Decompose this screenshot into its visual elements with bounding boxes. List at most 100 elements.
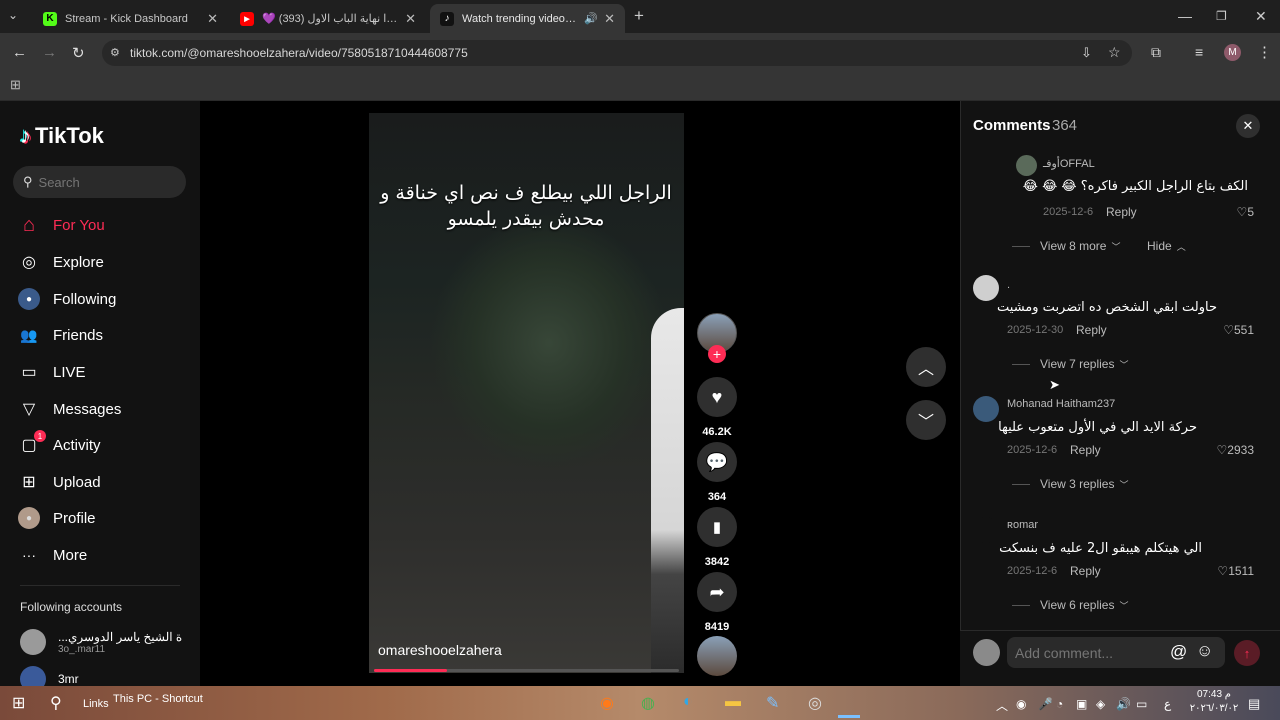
save-action[interactable]: ▮ 3842	[697, 507, 737, 568]
tray-overflow-icon[interactable]: ︿	[996, 697, 1008, 714]
edge-icon[interactable]: ◐	[683, 693, 693, 711]
microphone-icon[interactable]: 🎤	[1038, 697, 1053, 711]
video-author[interactable]: omareshooelzahera	[378, 642, 502, 658]
comment-user[interactable]: Mohanad Haitham237	[1007, 398, 1115, 410]
tab-search-icon[interactable]: ⌄	[8, 8, 18, 22]
tray-app-icon-3[interactable]: ▣	[1076, 697, 1087, 711]
bookmark-star-icon[interactable]: ☆	[1108, 44, 1121, 61]
share-arrow-icon[interactable]: ➦	[697, 572, 737, 612]
comment-avatar[interactable]	[973, 517, 999, 543]
reload-icon[interactable]: ↻	[72, 44, 85, 62]
search-input[interactable]	[38, 174, 179, 190]
back-icon[interactable]: ←	[12, 44, 27, 61]
battery-icon[interactable]: ▭	[1136, 697, 1147, 711]
window-close-icon[interactable]: ✕	[1255, 8, 1267, 25]
nav-following[interactable]: ● Following	[18, 285, 116, 313]
comments-close-button[interactable]: ✕	[1236, 114, 1260, 138]
menu-kebab-icon[interactable]: ⋮	[1257, 43, 1272, 61]
nav-for-you[interactable]: ⌂ For You	[18, 211, 105, 239]
view-more-replies[interactable]: View 8 more ﹀	[1012, 239, 1121, 253]
view-replies[interactable]: View 7 replies ﹀	[1012, 357, 1129, 371]
comment-like[interactable]: ♡1511	[1216, 564, 1254, 578]
minimize-icon[interactable]: —	[1178, 8, 1192, 24]
next-video-button[interactable]: ﹀	[906, 400, 946, 440]
previous-video-button[interactable]: ︿	[906, 347, 946, 387]
view-replies[interactable]: View 3 replies ﹀	[1012, 477, 1129, 491]
new-tab-button[interactable]: +	[634, 6, 644, 26]
nav-upload[interactable]: ⊞ Upload	[18, 468, 100, 496]
reply-button[interactable]: Reply	[1076, 323, 1107, 337]
comment-avatar[interactable]	[973, 275, 999, 301]
close-icon[interactable]: ✕	[405, 11, 416, 27]
tray-app-icon[interactable]: ◉	[1016, 697, 1026, 711]
search-box[interactable]: ⚲	[13, 166, 186, 198]
taskbar-search-icon[interactable]: ⚲	[50, 693, 62, 713]
comment-avatar[interactable]	[1016, 155, 1037, 176]
speaker-icon[interactable]: 🔊	[584, 12, 598, 25]
comment-user[interactable]: ʀomar	[1007, 519, 1038, 531]
heart-icon[interactable]: ♥	[697, 377, 737, 417]
volume-icon[interactable]: 🔊	[1116, 697, 1131, 711]
video-progress-bar[interactable]	[374, 669, 679, 672]
comment-user[interactable]: .	[1007, 279, 1010, 291]
tab-youtube[interactable]: ▶ 💜 وخيرا نهاية الباب الاول (393) ✕	[230, 4, 426, 33]
comment-like[interactable]: ♡551	[1220, 323, 1254, 337]
nav-profile[interactable]: ● Profile	[18, 504, 96, 532]
view-replies[interactable]: View 6 replies ﹀	[1012, 598, 1129, 612]
restore-icon[interactable]: ❐	[1216, 9, 1227, 23]
hide-replies[interactable]: Hide ︿	[1147, 239, 1186, 253]
notification-center-icon[interactable]: ▤	[1248, 696, 1260, 712]
obs-icon[interactable]: ◎	[808, 693, 822, 713]
tab-kick[interactable]: K Stream - Kick Dashboard ✕	[33, 4, 228, 33]
like-action[interactable]: ♥ 46.2K	[697, 377, 737, 438]
forward-icon[interactable]: →	[42, 44, 57, 61]
extensions-icon[interactable]: ⧉	[1151, 44, 1161, 61]
comment-user[interactable]: أوفـOFFAL	[1043, 157, 1095, 170]
profile-avatar[interactable]: M	[1224, 44, 1241, 61]
tab-tiktok[interactable]: ♪ Watch trending videos for y 🔊 ✕	[430, 4, 625, 33]
firefox-icon[interactable]: ◉	[600, 693, 614, 713]
comment-avatar[interactable]	[973, 396, 999, 422]
close-icon[interactable]: ✕	[207, 11, 218, 27]
nav-activity[interactable]: ▢ 1 Activity	[18, 430, 101, 459]
taskbar-date[interactable]: ٢٠٢٦/٠٣/٠٢	[1186, 703, 1242, 714]
add-comment-input[interactable]	[1007, 637, 1225, 668]
chrome-icon[interactable]: ◍	[641, 693, 655, 713]
post-comment-button[interactable]: ↑	[1234, 640, 1260, 666]
this-pc-shortcut[interactable]: This PC - Shortcut	[113, 693, 203, 705]
language-indicator[interactable]: ع	[1164, 697, 1171, 711]
share-action[interactable]: ➦ 8419	[697, 572, 737, 633]
url-text[interactable]: tiktok.com/@omareshooelzahera/video/7580…	[130, 46, 468, 60]
comment-like[interactable]: ♡5	[1230, 205, 1254, 219]
close-icon[interactable]: ✕	[604, 11, 615, 27]
bookmark-icon[interactable]: ▮	[697, 507, 737, 547]
tray-app-icon-2[interactable]: ◔	[1056, 697, 1063, 711]
install-app-icon[interactable]: ⇩	[1081, 45, 1092, 61]
tiktok-logo[interactable]: ♪ TikTok	[20, 123, 104, 149]
nav-explore[interactable]: ◎ Explore	[18, 248, 104, 276]
mention-at-icon[interactable]: @	[1170, 642, 1187, 662]
taskbar-links-toolbar[interactable]: Links	[83, 698, 109, 710]
paint-icon[interactable]: ✎	[766, 693, 779, 713]
next-creator-avatar[interactable]	[697, 636, 737, 676]
nav-messages[interactable]: ▽ Messages	[18, 395, 122, 423]
nav-live[interactable]: ▭ LIVE	[18, 358, 85, 386]
reply-button[interactable]: Reply	[1070, 564, 1101, 578]
follow-plus-icon[interactable]: +	[708, 345, 726, 363]
comment-bubble-icon[interactable]: 💬	[697, 442, 737, 482]
file-explorer-icon[interactable]: ▬	[725, 693, 741, 711]
tray-app-icon-4[interactable]: ◈	[1096, 697, 1105, 711]
site-info-icon[interactable]: ⚙	[110, 46, 120, 59]
reply-button[interactable]: Reply	[1070, 443, 1101, 457]
taskbar-time[interactable]: 07:43 م	[1190, 689, 1238, 700]
emoji-icon[interactable]: ☺	[1196, 641, 1213, 661]
nav-friends[interactable]: 👥 Friends	[18, 321, 103, 349]
apps-grid-icon[interactable]: ⊞	[10, 77, 21, 93]
reply-button[interactable]: Reply	[1106, 205, 1137, 219]
nav-more[interactable]: ··· More	[18, 541, 87, 569]
windows-start-icon[interactable]: ⊞	[12, 693, 25, 713]
following-account[interactable]: ...ة الشيخ ياسر الدوسري 3o_.mar11	[20, 629, 182, 655]
comment-action[interactable]: 💬 364	[697, 442, 737, 503]
comment-like[interactable]: ♡2933	[1210, 443, 1254, 457]
media-controls-icon[interactable]: ≡	[1195, 44, 1203, 60]
